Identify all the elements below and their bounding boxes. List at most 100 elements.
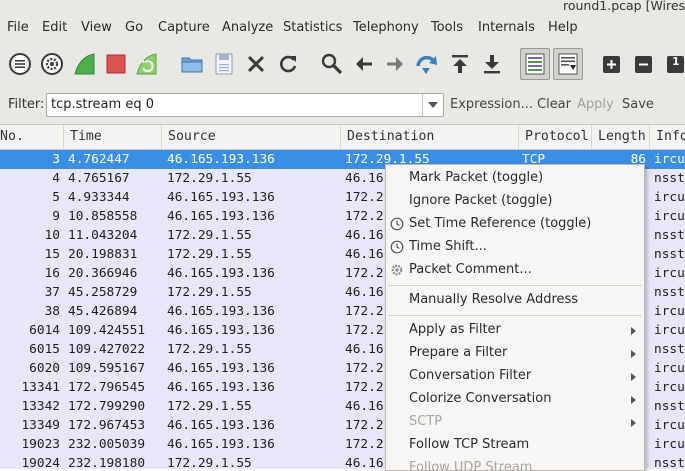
reload-icon[interactable] [275, 51, 301, 77]
go-forward-icon[interactable] [382, 51, 408, 77]
menu-statistics[interactable]: Statistics [283, 20, 342, 35]
column-no[interactable]: No. [0, 125, 66, 149]
cell-no: 37 [44, 285, 60, 300]
filter-input[interactable]: tcp.stream eq 0 [46, 93, 444, 117]
menu-item-colorize-conversation[interactable]: Colorize Conversation [386, 388, 644, 411]
cell-time: 4.762447 [68, 152, 130, 167]
menu-item-label: Colorize Conversation [409, 391, 552, 406]
menu-view[interactable]: View [81, 20, 112, 35]
menu-item-mark-packet[interactable]: Mark Packet (toggle) [386, 167, 644, 190]
go-back-icon[interactable] [351, 51, 377, 77]
capture-options-icon[interactable] [39, 51, 65, 77]
menu-tools[interactable]: Tools [431, 20, 463, 35]
menu-item-time-shift[interactable]: Time Shift... [386, 236, 644, 259]
cell-no: 3 [52, 152, 60, 167]
cell-info: nsst [654, 342, 685, 357]
menu-item-set-time-reference[interactable]: Set Time Reference (toggle) [386, 213, 644, 236]
stop-capture-icon[interactable] [103, 51, 129, 77]
cell-info: nsst [654, 171, 685, 186]
menu-telephony[interactable]: Telephony [353, 20, 419, 35]
cell-source: 172.29.1.55 [167, 399, 252, 414]
go-to-packet-icon[interactable] [413, 51, 439, 77]
first-packet-icon[interactable] [447, 51, 473, 77]
menu-edit[interactable]: Edit [42, 20, 67, 35]
cell-source: 172.29.1.55 [167, 456, 252, 469]
cell-info: nsst [654, 285, 685, 300]
menu-capture[interactable]: Capture [158, 20, 210, 35]
apply-button[interactable]: Apply [577, 97, 614, 112]
colorize-icon[interactable] [520, 48, 550, 80]
cell-time: 4.933344 [68, 190, 130, 205]
filter-label: Filter: [8, 97, 45, 112]
menu-item-label: Follow TCP Stream [409, 437, 530, 452]
menu-item-label: Manually Resolve Address [409, 292, 579, 307]
menu-item-conversation-filter[interactable]: Conversation Filter [386, 365, 644, 388]
close-file-icon[interactable] [243, 51, 269, 77]
filter-history-dropdown[interactable] [422, 94, 443, 116]
menu-item-ignore-packet[interactable]: Ignore Packet (toggle) [386, 190, 644, 213]
cell-info: nsst [654, 399, 685, 414]
menu-item-label: Time Shift... [409, 239, 487, 254]
save-file-icon[interactable] [211, 51, 237, 77]
start-capture-icon[interactable] [72, 51, 98, 77]
filter-value[interactable]: tcp.stream eq 0 [51, 97, 154, 112]
list-interfaces-icon[interactable] [7, 51, 33, 77]
cell-info: ircu [654, 361, 685, 376]
cell-info: nsst [654, 456, 685, 469]
cell-info: ircu [654, 266, 685, 281]
find-packet-icon[interactable] [319, 51, 345, 77]
menu-item-label: Mark Packet (toggle) [409, 170, 544, 185]
chevron-right-icon [631, 350, 636, 358]
packet-context-menu: Mark Packet (toggle) Ignore Packet (toggl… [385, 164, 645, 471]
cell-time: 45.258729 [68, 285, 138, 300]
cell-time: 172.796545 [68, 380, 146, 395]
normal-size-icon[interactable]: 1 [663, 51, 685, 77]
menu-internals[interactable]: Internals [478, 20, 535, 35]
cell-time: 45.426894 [68, 304, 138, 319]
clear-button[interactable]: Clear [537, 97, 571, 112]
cell-time: 172.799290 [68, 399, 146, 414]
cell-source: 46.165.193.136 [167, 437, 275, 452]
menu-analyze[interactable]: Analyze [222, 20, 273, 35]
column-destination[interactable]: Destination [340, 125, 519, 149]
menu-go[interactable]: Go [125, 20, 143, 35]
cell-source: 46.165.193.136 [167, 190, 275, 205]
cell-info: ircu [654, 380, 685, 395]
cell-time: 20.198831 [68, 247, 138, 262]
cell-no: 9 [52, 209, 60, 224]
clock-icon [390, 217, 404, 231]
cell-time: 232.198180 [68, 456, 146, 469]
menu-item-packet-comment[interactable]: Packet Comment... [386, 259, 644, 282]
cell-info: ircu [654, 418, 685, 433]
auto-scroll-icon[interactable] [553, 48, 583, 80]
column-time[interactable]: Time [63, 125, 161, 149]
menu-file[interactable]: File [7, 20, 29, 35]
cell-no: 13342 [21, 399, 60, 414]
chevron-down-icon [428, 102, 438, 108]
restart-capture-icon[interactable] [134, 51, 160, 77]
menu-item-follow-tcp-stream[interactable]: Follow TCP Stream [386, 434, 644, 457]
menu-item-sctp[interactable]: SCTP [386, 411, 644, 434]
menu-item-manually-resolve-address[interactable]: Manually Resolve Address [386, 289, 644, 312]
zoom-in-icon[interactable] [599, 51, 625, 77]
cell-source: 172.29.1.55 [167, 285, 252, 300]
menu-help[interactable]: Help [548, 20, 578, 35]
column-length[interactable]: Length [591, 125, 650, 149]
cell-time: 20.366946 [68, 266, 138, 281]
column-info[interactable]: Info [649, 125, 685, 149]
menu-item-apply-as-filter[interactable]: Apply as Filter [386, 319, 644, 342]
chevron-right-icon [631, 327, 636, 335]
column-protocol[interactable]: Protocol [518, 125, 592, 149]
last-packet-icon[interactable] [479, 51, 505, 77]
cell-info: ircu [654, 152, 685, 167]
cell-time: 4.765167 [68, 171, 130, 186]
menu-item-prepare-a-filter[interactable]: Prepare a Filter [386, 342, 644, 365]
expression-button[interactable]: Expression... [450, 97, 533, 112]
open-file-icon[interactable] [179, 51, 205, 77]
column-source[interactable]: Source [161, 125, 340, 149]
cell-source: 46.165.193.136 [167, 418, 275, 433]
save-filter-button[interactable]: Save [622, 97, 654, 112]
menu-item-label: SCTP [409, 414, 443, 429]
zoom-out-icon[interactable] [631, 51, 657, 77]
cell-source: 46.165.193.136 [167, 380, 275, 395]
